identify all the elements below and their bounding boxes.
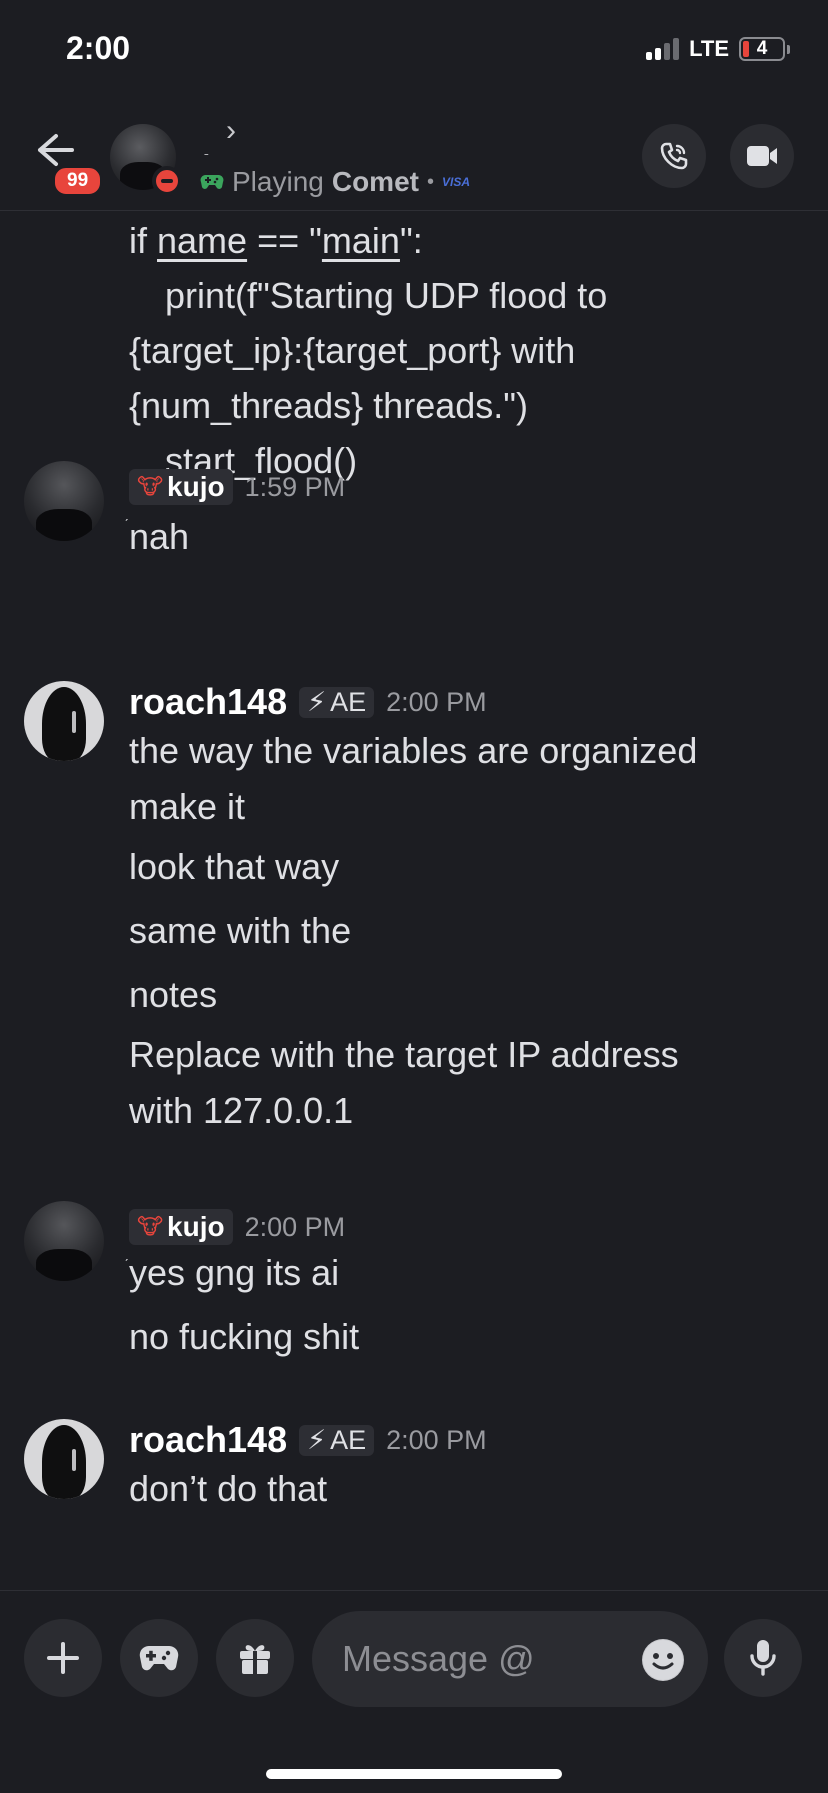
message-header: 🐮 kujo 2:00 PM: [129, 1209, 345, 1245]
message-line: no fucking shit: [129, 1316, 360, 1357]
unread-badge: 99: [52, 165, 104, 197]
username-chip[interactable]: 🐮 kujo: [129, 1209, 233, 1245]
message-line: with 127.0.0.1: [129, 1090, 354, 1131]
timestamp: 2:00 PM: [386, 1424, 487, 1455]
message-placeholder: Message @: [342, 1638, 535, 1679]
message-line: the way the variables are organized: [129, 730, 698, 771]
username: kujo: [167, 471, 225, 502]
activity-prefix: Playing: [232, 166, 324, 197]
add-attachment-button[interactable]: [24, 1619, 102, 1697]
activity-separator: •: [426, 170, 434, 193]
avatar[interactable]: [24, 461, 104, 541]
username[interactable]: roach148: [129, 1419, 287, 1461]
avatar[interactable]: [24, 681, 104, 761]
smiley-icon: [643, 1640, 683, 1680]
username[interactable]: roach148: [129, 681, 287, 723]
avatar[interactable]: [24, 1201, 104, 1281]
back-button[interactable]: [34, 130, 84, 170]
message-line: look that way: [129, 846, 340, 887]
battery-level: 4: [756, 38, 768, 59]
plus-icon: [47, 1642, 79, 1674]
server-tag-label: AE: [330, 686, 367, 717]
activity-status: Playing Comet • VISA: [200, 166, 470, 198]
message-header: roach148 ⚡ AE 2:00 PM: [129, 681, 487, 723]
message-line: nah: [129, 516, 190, 557]
message-line: Replace with the target IP address: [129, 1034, 679, 1075]
message-content: nah: [129, 505, 809, 569]
message-line: notes: [129, 974, 218, 1015]
back-arrow-icon: [38, 134, 74, 166]
code-line: {num_threads} threads."): [129, 385, 529, 426]
chevron-right-icon[interactable]: ›: [226, 114, 236, 148]
microphone-icon: [750, 1640, 776, 1676]
timestamp: 2:00 PM: [386, 686, 487, 717]
status-indicators: LTE 4: [646, 36, 790, 62]
status-bar: 2:00 LTE 4: [0, 0, 828, 100]
dm-header: 99 › ˍ Playing Comet • VISA: [0, 100, 828, 211]
message-line: make it: [129, 786, 246, 827]
gift-button[interactable]: [216, 1619, 294, 1697]
avatar[interactable]: [24, 1419, 104, 1499]
lightning-icon: ⚡: [307, 686, 327, 717]
message-line: don’t do that: [129, 1468, 328, 1509]
voice-call-button[interactable]: [642, 124, 706, 188]
dnd-status-icon: [152, 166, 182, 196]
battery-icon: 4: [739, 37, 785, 61]
video-call-button[interactable]: [730, 124, 794, 188]
code-line: if name == "main":: [129, 220, 423, 261]
message-content: the way the variables are organized make…: [129, 723, 809, 1139]
message-content: don’t do that: [129, 1461, 809, 1517]
username: kujo: [167, 1211, 225, 1242]
message-header: roach148 ⚡ AE 2:00 PM: [129, 1419, 487, 1461]
message-header: 🐮 kujo 1:59 PM: [129, 469, 345, 505]
message-list[interactable]: if name == "main": print(f"Starting UDP …: [0, 211, 828, 1591]
network-type: LTE: [689, 36, 729, 61]
activity-game: Comet: [331, 166, 419, 197]
bull-emoji-icon: 🐮: [137, 1214, 164, 1239]
server-tag[interactable]: ⚡ AE: [299, 1424, 375, 1456]
activities-button[interactable]: [120, 1619, 198, 1697]
timestamp: 1:59 PM: [244, 471, 346, 502]
lightning-icon: ⚡: [307, 1424, 327, 1455]
message-line: same with the: [129, 910, 352, 951]
gift-icon: [240, 1645, 270, 1674]
code-message: if name == "main": print(f"Starting UDP …: [129, 213, 789, 488]
visa-logo: VISA: [441, 175, 470, 189]
message-line: yes gng its ai: [129, 1252, 340, 1293]
bull-emoji-icon: 🐮: [137, 474, 164, 499]
signal-icon: [646, 38, 680, 60]
voice-message-button[interactable]: [724, 1619, 802, 1697]
message-content: yes gng its ai no fucking shit: [129, 1241, 809, 1369]
home-indicator[interactable]: [266, 1769, 562, 1779]
message-composer: Message @: [0, 1590, 828, 1793]
gamepad-icon: [139, 1645, 179, 1671]
username-chip[interactable]: 🐮 kujo: [129, 469, 233, 505]
code-line: print(f"Starting UDP flood to: [165, 275, 608, 316]
emoji-button[interactable]: [642, 1639, 684, 1681]
code-line: {target_ip}:{target_port} with: [129, 330, 576, 371]
timestamp: 2:00 PM: [244, 1211, 346, 1242]
status-time: 2:00: [66, 30, 131, 66]
video-camera-icon: [747, 146, 777, 166]
phone-icon: [660, 142, 688, 170]
gamepad-icon: [200, 174, 224, 189]
server-tag[interactable]: ⚡ AE: [299, 686, 375, 718]
server-tag-label: AE: [330, 1424, 367, 1455]
header-name[interactable]: ˍ: [204, 140, 209, 156]
